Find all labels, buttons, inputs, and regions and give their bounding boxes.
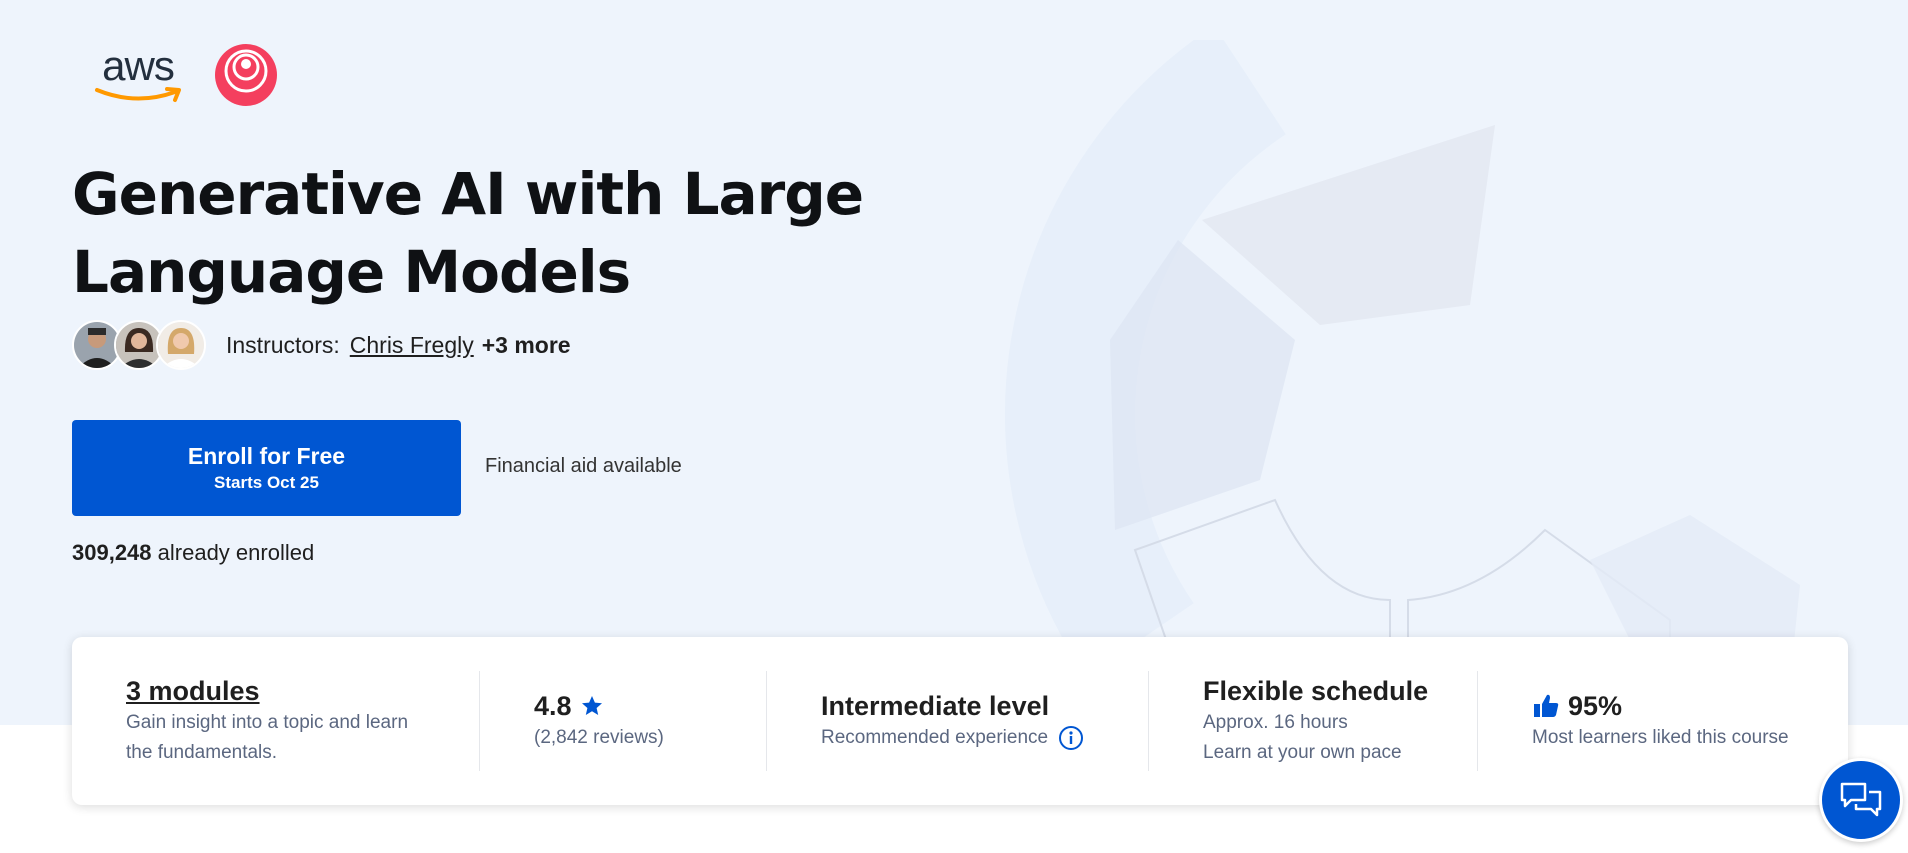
schedule-title: Flexible schedule xyxy=(1203,676,1429,706)
partner-logos: aws xyxy=(88,40,278,110)
schedule-hours: Approx. 16 hours xyxy=(1203,712,1348,733)
info-schedule: Flexible schedule Approx. 16 hours Learn… xyxy=(1149,671,1478,771)
aws-logo: aws xyxy=(88,40,188,110)
instructor-avatars[interactable] xyxy=(72,320,206,370)
instructors-row: Instructors: Chris Fregly +3 more xyxy=(72,320,571,370)
aws-smile-icon xyxy=(95,87,181,102)
liked-subtitle: Most learners liked this course xyxy=(1532,727,1789,748)
modules-link[interactable]: 3 modules xyxy=(126,674,479,708)
deeplearning-ai-logo-icon xyxy=(215,44,277,106)
chat-icon xyxy=(1840,782,1882,817)
aws-logo-text: aws xyxy=(102,42,175,89)
financial-aid-text: Financial aid available xyxy=(485,455,682,477)
background-ring-graphic xyxy=(1005,40,1800,681)
liked-row: 95% xyxy=(1532,689,1848,723)
instructors-label: Instructors: xyxy=(226,331,340,358)
liked-value: 95% xyxy=(1568,691,1623,721)
hero-section: aws Generative AI with Large Language Mo… xyxy=(0,0,1908,725)
avatar[interactable] xyxy=(156,320,206,370)
enrolled-number: 309,248 xyxy=(72,540,152,565)
info-liked: 95% Most learners liked this course xyxy=(1478,671,1848,771)
level-title: Intermediate level xyxy=(821,691,1050,721)
enroll-button[interactable]: Enroll for Free Starts Oct 25 xyxy=(72,420,461,516)
rating-row: 4.8 xyxy=(534,689,766,723)
modules-desc-line1: Gain insight into a topic and learn xyxy=(126,712,409,733)
schedule-pace: Learn at your own pace xyxy=(1203,742,1402,763)
info-rating: 4.8 (2,842 reviews) xyxy=(480,671,767,771)
level-subtitle-row: Recommended experience xyxy=(821,723,1148,753)
thumbs-up-icon xyxy=(1534,694,1559,717)
enrolled-count: 309,248 already enrolled xyxy=(72,540,314,566)
star-icon xyxy=(581,696,602,715)
enroll-button-label: Enroll for Free xyxy=(187,443,346,469)
rating-reviews: (2,842 reviews) xyxy=(534,727,664,748)
chat-button[interactable] xyxy=(1819,758,1903,842)
info-level: Intermediate level Recommended experienc… xyxy=(767,671,1149,771)
course-info-card: 3 modules Gain insight into a topic and … xyxy=(72,637,1848,805)
more-instructors-link[interactable]: +3 more xyxy=(482,332,571,359)
info-modules: 3 modules Gain insight into a topic and … xyxy=(72,671,480,771)
enroll-start-date: Starts Oct 25 xyxy=(214,473,319,492)
instructor-link[interactable]: Chris Fregly xyxy=(350,332,474,359)
enrolled-suffix: already enrolled xyxy=(157,540,315,565)
info-icon[interactable] xyxy=(1058,725,1084,751)
rating-value: 4.8 xyxy=(534,691,572,721)
level-subtitle: Recommended experience xyxy=(821,727,1049,748)
modules-desc-line2: the fundamentals. xyxy=(126,742,278,763)
course-title: Generative AI with Large Language Models xyxy=(72,160,864,306)
